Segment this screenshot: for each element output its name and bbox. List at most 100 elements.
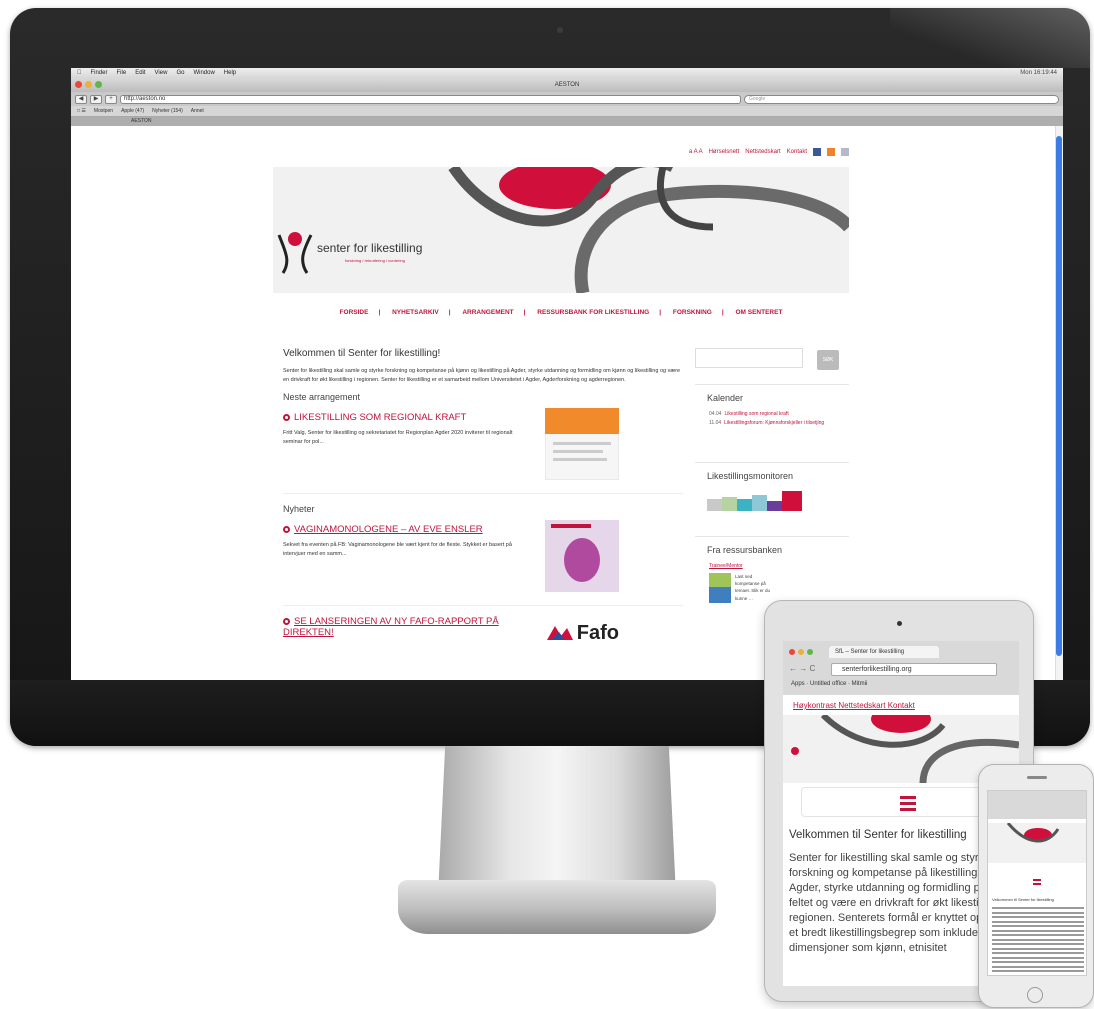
- menu-help[interactable]: Help: [224, 68, 236, 78]
- iphone-screen: Velkommen til Senter for likestilling: [987, 790, 1087, 976]
- resource-link[interactable]: Trainee/Mentor: [695, 563, 849, 569]
- rss-icon[interactable]: [827, 148, 835, 156]
- nav-separator: |: [659, 309, 662, 316]
- ipad-bookmark[interactable]: Apps: [791, 681, 805, 687]
- bookmark-item[interactable]: Mostpen: [94, 106, 113, 116]
- ipad-window-lights: [789, 649, 813, 655]
- resource-text: Last ned kompetanse på temaet. Slik er d…: [735, 574, 771, 601]
- resource-widget: Fra ressursbanken Trainee/Mentor Last ne…: [695, 536, 849, 603]
- calendar-date: 04.04: [709, 411, 722, 417]
- toplink-highcontrast[interactable]: Hørselsnett: [709, 149, 740, 155]
- search-button[interactable]: SØK: [817, 350, 839, 370]
- menu-view[interactable]: View: [155, 68, 168, 78]
- calendar-link[interactable]: Likestillingsforum: Kjønnsforskjeller i …: [724, 420, 824, 426]
- fafo-logo[interactable]: Fafo: [545, 618, 619, 648]
- ipad-home-button[interactable]: [886, 989, 914, 999]
- nav-forskning[interactable]: FORSKNING: [673, 309, 712, 316]
- news-title-link[interactable]: VAGINAMONOLOGENE – AV EVE ENSLER: [283, 524, 683, 535]
- hamburger-icon[interactable]: [900, 796, 916, 814]
- add-bookmark-button[interactable]: +: [105, 94, 117, 104]
- imac-stand-base: [398, 880, 716, 934]
- facebook-icon[interactable]: [813, 148, 821, 156]
- header-banner: senter for likestilling forskning / rekr…: [273, 167, 849, 293]
- minimize-button[interactable]: [85, 81, 92, 88]
- news-title[interactable]: SE LANSERINGEN AV NY FAFO-RAPPORT PÅ DIR…: [283, 616, 499, 638]
- nav-om-senteret[interactable]: OM SENTERET: [735, 309, 782, 316]
- address-bar[interactable]: http://aeston.no: [120, 94, 741, 104]
- bookmark-item[interactable]: Nyheter (154): [152, 106, 183, 116]
- close-button[interactable]: [75, 81, 82, 88]
- calendar-item[interactable]: 04.04 Likestilling som regional kraft: [695, 411, 849, 417]
- ipad-tab[interactable]: SfL – Senter for likestilling: [829, 646, 939, 658]
- forward-button[interactable]: ▶: [90, 94, 102, 104]
- logo-text[interactable]: senter for likestilling: [317, 241, 422, 255]
- event-title[interactable]: LIKESTILLING SOM REGIONAL KRAFT: [294, 412, 466, 423]
- nav-separator: |: [721, 309, 724, 316]
- monitor-bar-graphic[interactable]: [707, 489, 817, 511]
- news-thumbnail[interactable]: [545, 520, 619, 593]
- browser-toolbar: ◀ ▶ + http://aeston.no Google: [71, 92, 1063, 106]
- news-heading: Nyheter: [283, 504, 315, 515]
- ipad-address-bar[interactable]: senterforlikestilling.org: [831, 663, 997, 676]
- bullet-icon: [283, 414, 290, 422]
- imac-screen:  Finder File Edit View Go Window Help M…: [71, 68, 1063, 692]
- iphone-device: Velkommen til Senter for likestilling: [978, 764, 1094, 1008]
- logo-tagline: forskning / rekruttering / vurdering: [345, 258, 405, 263]
- tab-bar: AESTON: [71, 117, 1063, 126]
- scrollbar-thumb[interactable]: [1056, 136, 1062, 656]
- banner-graphic: [277, 167, 849, 293]
- menu-finder[interactable]: Finder: [91, 68, 108, 78]
- back-button[interactable]: ◀: [75, 94, 87, 104]
- welcome-title: Velkommen til Senter for likestilling!: [283, 348, 441, 359]
- zoom-button[interactable]: [95, 81, 102, 88]
- event-title-link[interactable]: LIKESTILLING SOM REGIONAL KRAFT: [283, 412, 683, 423]
- scrollbar[interactable]: [1055, 126, 1063, 692]
- news-title-link[interactable]: SE LANSERINGEN AV NY FAFO-RAPPORT PÅ DIR…: [283, 616, 523, 638]
- nav-arrangement[interactable]: ARRANGEMENT: [462, 309, 513, 316]
- search-input[interactable]: [695, 348, 803, 368]
- nav-ressursbank[interactable]: RESSURSBANK FOR LIKESTILLING: [537, 309, 649, 316]
- google-search-field[interactable]: Google: [744, 94, 1059, 104]
- window-titlebar: AESTON: [71, 78, 1063, 92]
- toplink-sitemap[interactable]: Nettstedskart: [745, 149, 780, 155]
- menu-file[interactable]: File: [117, 68, 127, 78]
- uk-flag-icon[interactable]: [841, 148, 849, 156]
- main-content: Velkommen til Senter for likestilling! S…: [283, 348, 683, 692]
- bullet-icon: [283, 618, 290, 626]
- tab-aeston[interactable]: AESTON: [131, 118, 151, 124]
- nav-separator: |: [448, 309, 451, 316]
- nav-separator: |: [523, 309, 526, 316]
- iphone-home-button[interactable]: [1027, 987, 1043, 1003]
- calendar-title: Kalender: [707, 393, 744, 403]
- nav-nyhetsarkiv[interactable]: NYHETSARKIV: [392, 309, 439, 316]
- ipad-welcome-title: Velkommen til Senter for likestilling: [789, 829, 967, 841]
- apple-icon[interactable]: : [77, 68, 82, 78]
- menu-window[interactable]: Window: [193, 68, 214, 78]
- toplink-contact[interactable]: Kontakt: [787, 149, 807, 155]
- website: a A A Hørselsnett Nettstedskart Kontakt: [273, 126, 849, 692]
- iphone-welcome-title: Velkommen til Senter for likestilling: [992, 897, 1054, 902]
- bookmark-item[interactable]: Annet: [191, 106, 204, 116]
- sidebar: SØK Kalender 04.04 Likestilling som regio…: [695, 348, 849, 603]
- ipad-bookmark[interactable]: Untitled office: [810, 681, 846, 687]
- calendar-link[interactable]: Likestilling som regional kraft: [725, 411, 789, 417]
- font-size-icon[interactable]: a A A: [689, 149, 703, 155]
- news-title[interactable]: VAGINAMONOLOGENE – AV EVE ENSLER: [294, 524, 483, 535]
- monitor-title: Likestillingsmonitoren: [707, 471, 794, 481]
- bookmark-icon[interactable]: □ ☰: [77, 106, 86, 116]
- ipad-top-links[interactable]: Høykontrast Nettstedskart Kontakt: [793, 701, 915, 710]
- main-nav: FORSIDE | NYHETSARKIV | ARRANGEMENT | RESSU…: [273, 309, 849, 316]
- bookmark-item[interactable]: Apple (47): [121, 106, 144, 116]
- event-thumbnail[interactable]: [545, 408, 619, 481]
- monitor-widget: Likestillingsmonitoren: [695, 462, 849, 516]
- nav-forside[interactable]: FORSIDE: [340, 309, 369, 316]
- resource-thumbnail[interactable]: [709, 573, 731, 603]
- menu-go[interactable]: Go: [176, 68, 184, 78]
- calendar-item[interactable]: 11.04 Likestillingsforum: Kjønnsforskjell…: [695, 420, 849, 426]
- screen-glare: [890, 8, 1090, 68]
- event-item: LIKESTILLING SOM REGIONAL KRAFT Fritt Va…: [283, 408, 683, 495]
- menu-edit[interactable]: Edit: [135, 68, 145, 78]
- iphone-speaker: [1027, 776, 1047, 779]
- ipad-nav-arrows-icon[interactable]: ← → C: [789, 664, 815, 673]
- ipad-bookmark[interactable]: Mitmii: [852, 681, 868, 687]
